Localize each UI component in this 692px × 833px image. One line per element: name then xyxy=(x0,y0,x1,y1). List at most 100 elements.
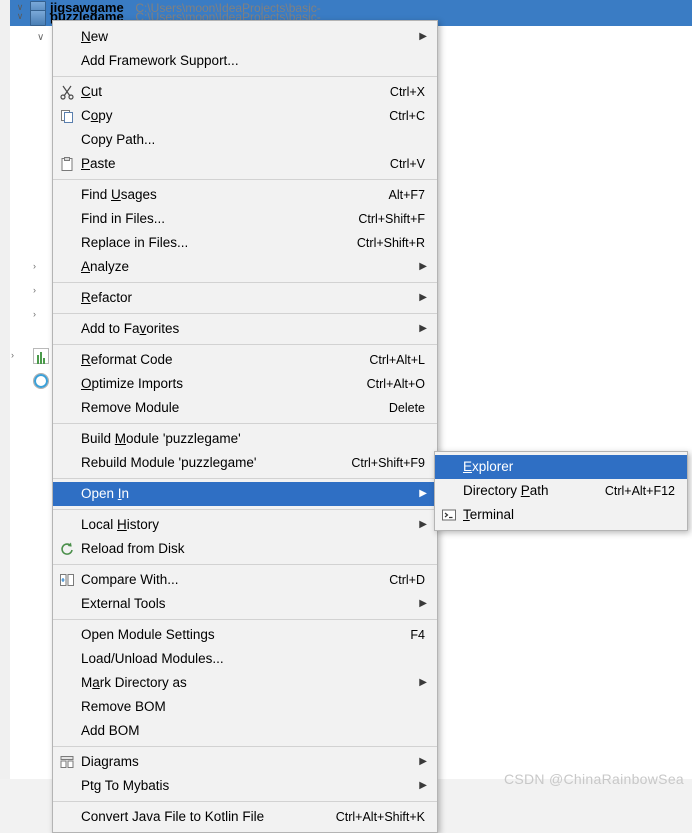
compare-icon xyxy=(59,572,75,588)
menu-item-external-tools[interactable]: External Tools ▶ xyxy=(53,592,437,616)
tree-expand-chevron[interactable]: › xyxy=(33,261,36,271)
copy-icon xyxy=(59,108,75,124)
chevron-right-icon: ▶ xyxy=(419,780,427,791)
module-icon xyxy=(30,10,46,26)
menu-item-shortcut: Ctrl+Alt+L xyxy=(369,353,425,367)
menu-item-shortcut: Ctrl+D xyxy=(389,573,425,587)
scissors-icon xyxy=(59,84,75,100)
menu-item-label: Directory Path xyxy=(463,483,549,498)
chevron-right-icon: ▶ xyxy=(419,292,427,303)
chevron-right-icon: ▶ xyxy=(419,519,427,530)
menu-item-replace-in-files[interactable]: Replace in Files... Ctrl+Shift+R xyxy=(53,231,437,255)
menu-item-label: Remove Module xyxy=(81,400,180,415)
menu-item-label: New xyxy=(81,29,109,44)
menu-item-shortcut: Ctrl+Shift+R xyxy=(356,236,425,250)
menu-item-local-history[interactable]: Local History ▶ xyxy=(53,513,437,537)
menu-item-label: Reload from Disk xyxy=(81,541,185,556)
menu-item-label: Local History xyxy=(81,517,160,532)
submenu-item-explorer[interactable]: Explorer xyxy=(435,455,687,479)
menu-item-copy[interactable]: Copy Ctrl+C xyxy=(53,104,437,128)
menu-item-remove-bom[interactable]: Remove BOM xyxy=(53,695,437,719)
chevron-right-icon: ▶ xyxy=(419,756,427,767)
menu-item-label: Add Framework Support... xyxy=(81,53,239,68)
tree-expand-chevron[interactable]: › xyxy=(11,350,14,360)
watermark: CSDN @ChinaRainbowSea xyxy=(503,771,684,787)
menu-item-reload-from-disk[interactable]: Reload from Disk xyxy=(53,537,437,561)
menu-item-shortcut: Alt+F7 xyxy=(388,188,425,202)
menu-item-shortcut: Ctrl+Shift+F9 xyxy=(351,456,425,470)
menu-item-label: Rebuild Module 'puzzlegame' xyxy=(81,455,257,470)
context-menu[interactable]: New ▶ Add Framework Support... Cut Ctrl+X Cop… xyxy=(52,20,438,833)
menu-item-label: Open In xyxy=(81,486,130,501)
menu-item-label: Copy Path... xyxy=(81,132,156,147)
menu-item-label: Cut xyxy=(81,84,103,99)
menu-item-label: Find Usages xyxy=(81,187,157,202)
menu-item-load-unload-modules[interactable]: Load/Unload Modules... xyxy=(53,647,437,671)
menu-item-diagrams[interactable]: Diagrams ▶ xyxy=(53,750,437,774)
menu-item-label: Load/Unload Modules... xyxy=(81,651,224,666)
tree-expand-chevron[interactable]: › xyxy=(33,285,36,295)
menu-item-remove-module[interactable]: Remove Module Delete xyxy=(53,396,437,420)
menu-item-add-bom[interactable]: Add BOM xyxy=(53,719,437,743)
chevron-right-icon: ▶ xyxy=(419,488,427,499)
menu-item-convert-java-file-to-kotlin-file[interactable]: Convert Java File to Kotlin File Ctrl+Alt… xyxy=(53,805,437,829)
chevron-down-icon[interactable]: ∨ xyxy=(14,7,26,26)
menu-item-new[interactable]: New ▶ xyxy=(53,25,437,49)
menu-item-label: Paste xyxy=(81,156,116,171)
menu-item-label: Compare With... xyxy=(81,572,179,587)
menu-item-label: Reformat Code xyxy=(81,352,173,367)
menu-item-build-module-puzzlegame[interactable]: Build Module 'puzzlegame' xyxy=(53,427,437,451)
menu-item-add-framework-support[interactable]: Add Framework Support... xyxy=(53,49,437,73)
menu-item-label: Terminal xyxy=(463,507,515,522)
refresh-icon xyxy=(59,541,75,557)
menu-item-copy-path[interactable]: Copy Path... xyxy=(53,128,437,152)
clipboard-icon xyxy=(59,156,75,172)
menu-item-find-usages[interactable]: Find Usages Alt+F7 xyxy=(53,183,437,207)
menu-item-shortcut: Delete xyxy=(388,401,425,415)
menu-item-label: Diagrams xyxy=(81,754,139,769)
menu-item-shortcut: Ctrl+Shift+F xyxy=(358,212,425,226)
submenu-item-terminal[interactable]: Terminal xyxy=(435,503,687,527)
menu-item-label: Replace in Files... xyxy=(81,235,189,250)
submenu-item-directory-path[interactable]: Directory Path Ctrl+Alt+F12 xyxy=(435,479,687,503)
menu-item-mark-directory-as[interactable]: Mark Directory as ▶ xyxy=(53,671,437,695)
menu-item-ptg-to-mybatis[interactable]: Ptg To Mybatis ▶ xyxy=(53,774,437,798)
menu-item-open-module-settings[interactable]: Open Module Settings F4 xyxy=(53,623,437,647)
tree-expand-chevron[interactable]: ∨ xyxy=(37,32,44,43)
menu-item-shortcut: Ctrl+V xyxy=(389,157,425,171)
chevron-right-icon: ▶ xyxy=(419,261,427,272)
menu-separator xyxy=(53,746,437,747)
menu-item-label: Add to Favorites xyxy=(81,321,180,336)
menu-item-label: Build Module 'puzzlegame' xyxy=(81,431,241,446)
menu-item-rebuild-module-puzzlegame[interactable]: Rebuild Module 'puzzlegame' Ctrl+Shift+F9 xyxy=(53,451,437,475)
menu-item-shortcut: Ctrl+X xyxy=(389,85,425,99)
menu-separator xyxy=(53,509,437,510)
chevron-right-icon: ▶ xyxy=(419,31,427,42)
menu-item-optimize-imports[interactable]: Optimize Imports Ctrl+Alt+O xyxy=(53,372,437,396)
tree-expand-chevron[interactable]: › xyxy=(33,309,36,319)
menu-item-shortcut: Ctrl+Alt+F12 xyxy=(604,484,675,498)
diagram-icon xyxy=(59,754,75,770)
menu-separator xyxy=(53,179,437,180)
menu-item-cut[interactable]: Cut Ctrl+X xyxy=(53,80,437,104)
menu-item-reformat-code[interactable]: Reformat Code Ctrl+Alt+L xyxy=(53,348,437,372)
menu-item-label: Refactor xyxy=(81,290,133,305)
menu-item-label: Explorer xyxy=(463,459,514,474)
menu-item-shortcut: Ctrl+C xyxy=(389,109,425,123)
menu-separator xyxy=(53,478,437,479)
green-bars-icon xyxy=(33,348,49,364)
menu-item-paste[interactable]: Paste Ctrl+V xyxy=(53,152,437,176)
menu-item-compare-with[interactable]: Compare With... Ctrl+D xyxy=(53,568,437,592)
open-in-submenu[interactable]: Explorer Directory Path Ctrl+Alt+F12 Termin… xyxy=(434,451,688,531)
menu-item-add-to-favorites[interactable]: Add to Favorites ▶ xyxy=(53,317,437,341)
menu-item-find-in-files[interactable]: Find in Files... Ctrl+Shift+F xyxy=(53,207,437,231)
menu-separator xyxy=(53,313,437,314)
menu-item-label: Convert Java File to Kotlin File xyxy=(81,809,265,824)
menu-item-open-in[interactable]: Open In ▶ xyxy=(53,482,437,506)
menu-item-shortcut: F4 xyxy=(410,628,425,642)
menu-separator xyxy=(53,344,437,345)
chevron-right-icon: ▶ xyxy=(419,677,427,688)
chevron-right-icon: ▶ xyxy=(419,323,427,334)
menu-item-refactor[interactable]: Refactor ▶ xyxy=(53,286,437,310)
menu-item-analyze[interactable]: Analyze ▶ xyxy=(53,255,437,279)
